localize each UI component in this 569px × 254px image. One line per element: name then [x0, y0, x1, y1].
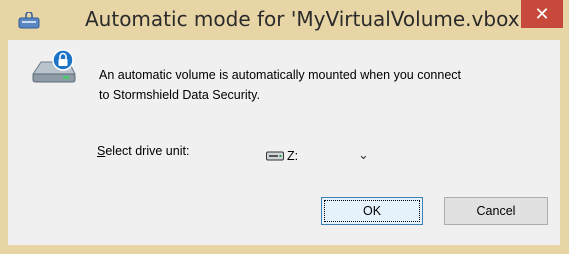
drive-unit-select[interactable]: Z: ⌄ — [252, 144, 380, 168]
title-bar[interactable]: Automatic mode for 'MyVirtualVolume.vbox… — [0, 0, 569, 40]
dialog-body: An automatic volume is automatically mou… — [8, 40, 560, 245]
close-button[interactable]: ✕ — [521, 0, 563, 28]
window-title: Automatic mode for 'MyVirtualVolume.vbox… — [85, 7, 526, 31]
cancel-button[interactable]: Cancel — [444, 197, 548, 225]
info-message-line-1: An automatic volume is automatically mou… — [99, 68, 461, 82]
chevron-down-icon[interactable]: ⌄ — [358, 148, 369, 163]
dialog-window: Automatic mode for 'MyVirtualVolume.vbox… — [0, 0, 569, 254]
drive-unit-value: Z: — [287, 149, 299, 163]
select-drive-label-text: elect drive unit: — [105, 144, 190, 158]
app-icon — [18, 12, 40, 29]
select-drive-label: Select drive unit: — [97, 144, 189, 158]
info-message-line-2: to Stormshield Data Security. — [99, 88, 260, 102]
hard-drive-icon — [266, 151, 284, 161]
ok-button[interactable]: OK — [321, 197, 423, 225]
locked-drive-icon — [32, 49, 76, 83]
info-message: An automatic volume is automatically mou… — [99, 65, 555, 105]
cancel-button-label: Cancel — [476, 204, 516, 218]
close-icon: ✕ — [534, 3, 550, 25]
focus-rectangle — [324, 200, 420, 222]
